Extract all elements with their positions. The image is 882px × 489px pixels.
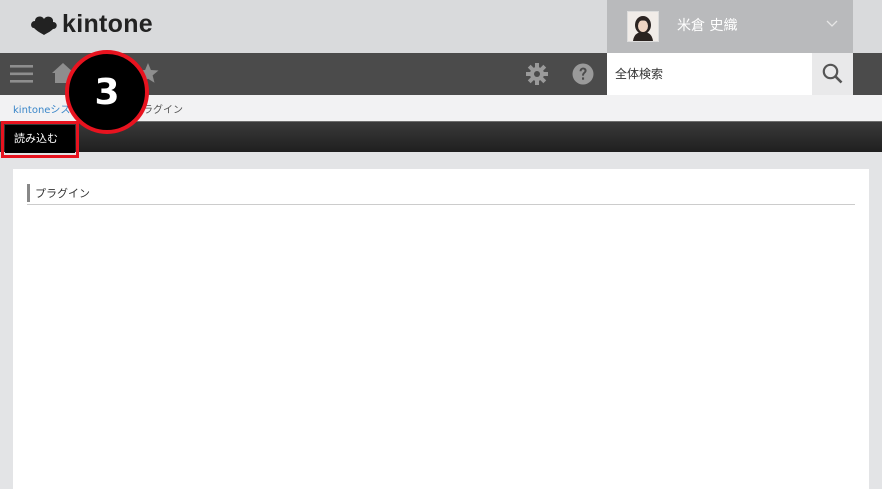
user-menu[interactable]: 米倉 史織 [607,0,853,53]
kintone-logo[interactable]: kintone [30,10,153,39]
breadcrumb-link-system-admin[interactable]: kintoneシス [13,101,70,116]
search-icon [822,63,843,84]
step-number: 3 [94,72,120,113]
page-title: プラグイン [35,187,90,200]
chevron-down-icon[interactable] [825,16,839,30]
main-content: プラグイン [13,169,869,489]
highlight-box [1,121,79,158]
global-search [607,53,812,95]
step-badge: 3 [65,50,149,134]
search-button[interactable] [812,53,853,95]
help-icon[interactable] [572,63,594,85]
logo-text: kintone [62,10,153,38]
avatar [627,11,659,42]
toolbar-spacer [853,53,882,95]
hamburger-icon[interactable] [10,63,33,85]
kintone-cloud-icon [31,16,57,35]
user-name: 米倉 史織 [677,18,738,34]
search-input[interactable] [607,53,812,95]
breadcrumb-current: ラグイン [143,105,183,116]
action-bar: 読み込む [0,121,882,153]
section-header: プラグイン [27,183,855,205]
global-header: kintone 米倉 史織 [0,0,882,53]
gear-icon[interactable] [526,63,548,85]
section-marker [27,184,30,202]
